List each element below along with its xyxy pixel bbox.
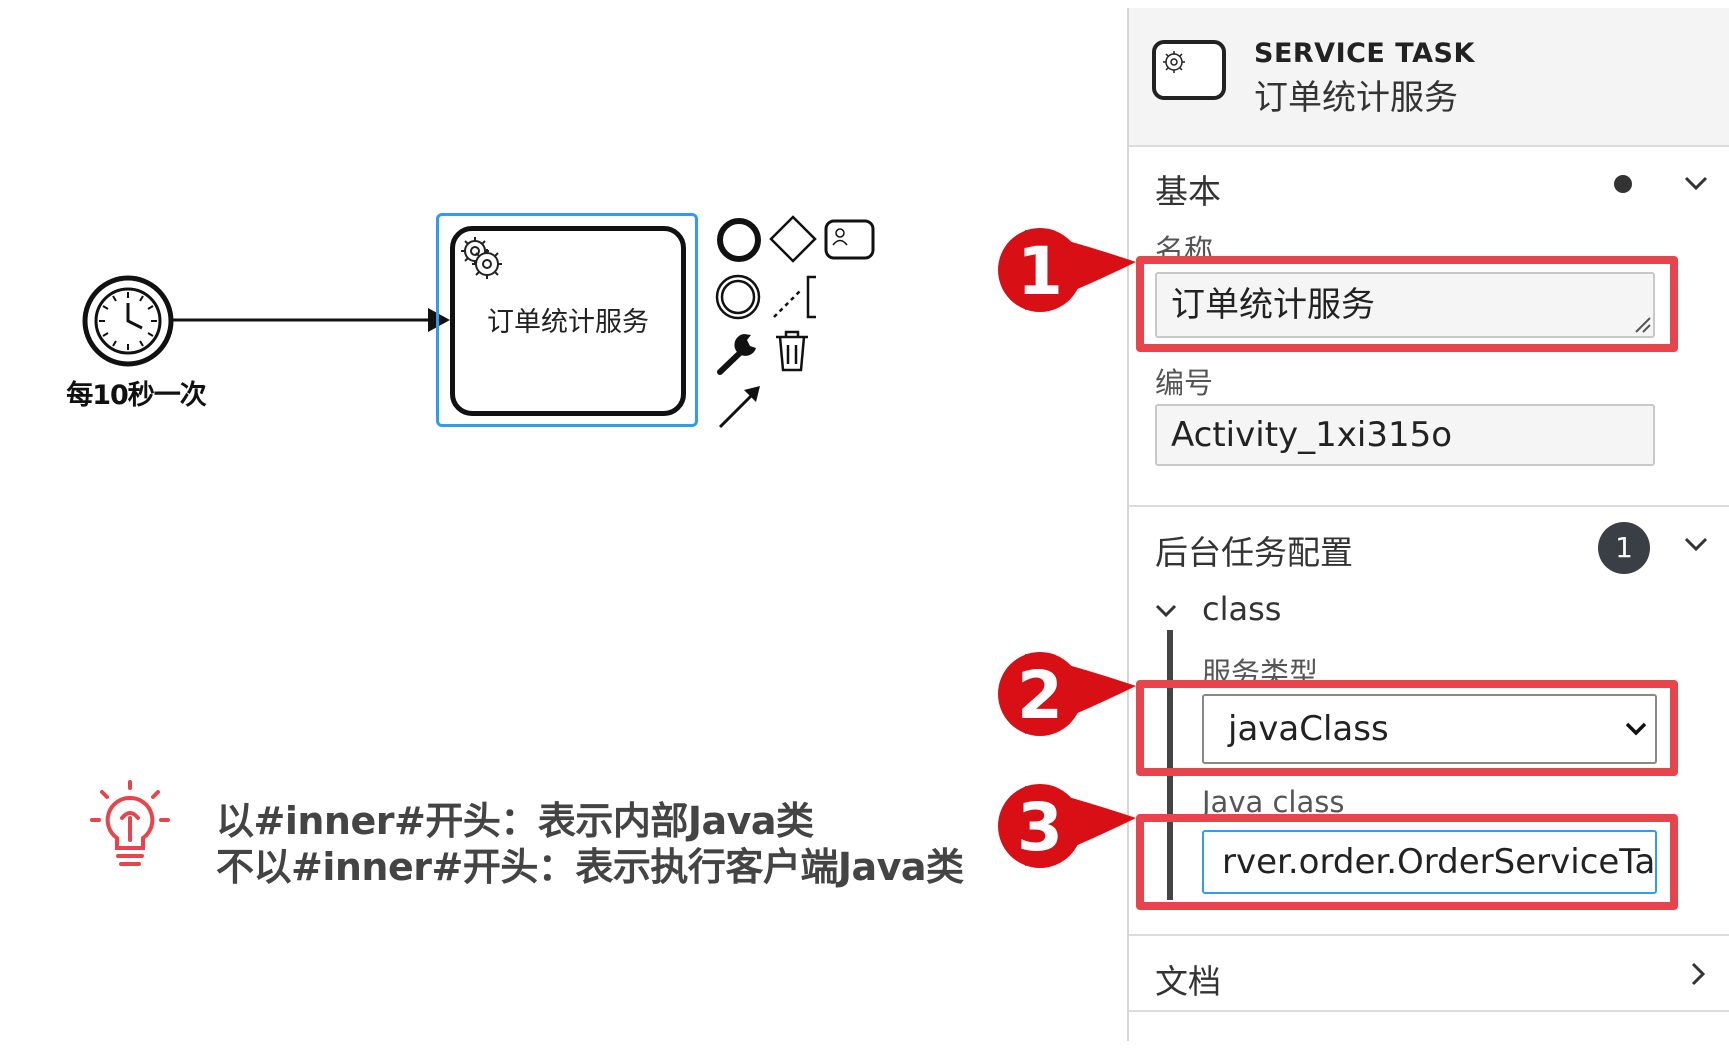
gear-icon: [461, 237, 502, 279]
group-documentation-title[interactable]: 文档: [1155, 955, 1221, 1003]
group-divider: [1129, 934, 1729, 936]
service-task-label: 订单统计服务: [487, 307, 649, 338]
callout-box-3: [1136, 814, 1678, 910]
connect-arrow-icon[interactable]: [716, 382, 766, 432]
callout-number-1: 1: [1017, 233, 1063, 310]
class-subgroup-title[interactable]: class: [1202, 590, 1281, 628]
id-field-label: 编号: [1155, 366, 1214, 400]
id-field[interactable]: Activity_1xi315o: [1155, 404, 1655, 466]
append-user-task-icon[interactable]: [824, 219, 876, 261]
callout-box-1: [1136, 256, 1678, 352]
callout-box-2: [1136, 680, 1678, 776]
group-async-title[interactable]: 后台任务配置: [1155, 526, 1353, 574]
group-divider: [1129, 505, 1729, 507]
callout-bubble-2: 2: [998, 652, 1136, 736]
chevron-down-icon[interactable]: [1682, 533, 1712, 557]
append-end-event-icon[interactable]: [716, 216, 764, 264]
callout-number-2: 2: [1017, 657, 1063, 734]
tip-line-2: 不以#inner#开头：表示执行客户端Java类: [216, 845, 964, 889]
lightbulb-icon: [90, 780, 170, 866]
chevron-down-icon[interactable]: [1153, 600, 1183, 624]
append-gateway-icon[interactable]: [768, 214, 820, 266]
element-name-heading: 订单统计服务: [1254, 78, 1458, 118]
element-type-label: SERVICE TASK: [1254, 38, 1475, 69]
text-annotation-icon[interactable]: [770, 273, 820, 323]
group-basic-title[interactable]: 基本: [1155, 165, 1221, 213]
chevron-right-icon[interactable]: [1688, 960, 1708, 990]
callout-number-3: 3: [1017, 789, 1063, 866]
trash-icon[interactable]: [772, 327, 812, 375]
group-divider: [1129, 1010, 1729, 1012]
callout-bubble-3: 3: [998, 784, 1136, 868]
chevron-down-icon[interactable]: [1682, 172, 1712, 196]
service-task-header-icon: [1152, 40, 1226, 100]
group-async-badge: 1: [1598, 522, 1650, 574]
callout-bubble-1: 1: [998, 228, 1136, 312]
wrench-icon[interactable]: [714, 330, 764, 376]
group-basic-status-dot: [1614, 175, 1632, 193]
append-intermediate-event-icon[interactable]: [714, 273, 764, 323]
